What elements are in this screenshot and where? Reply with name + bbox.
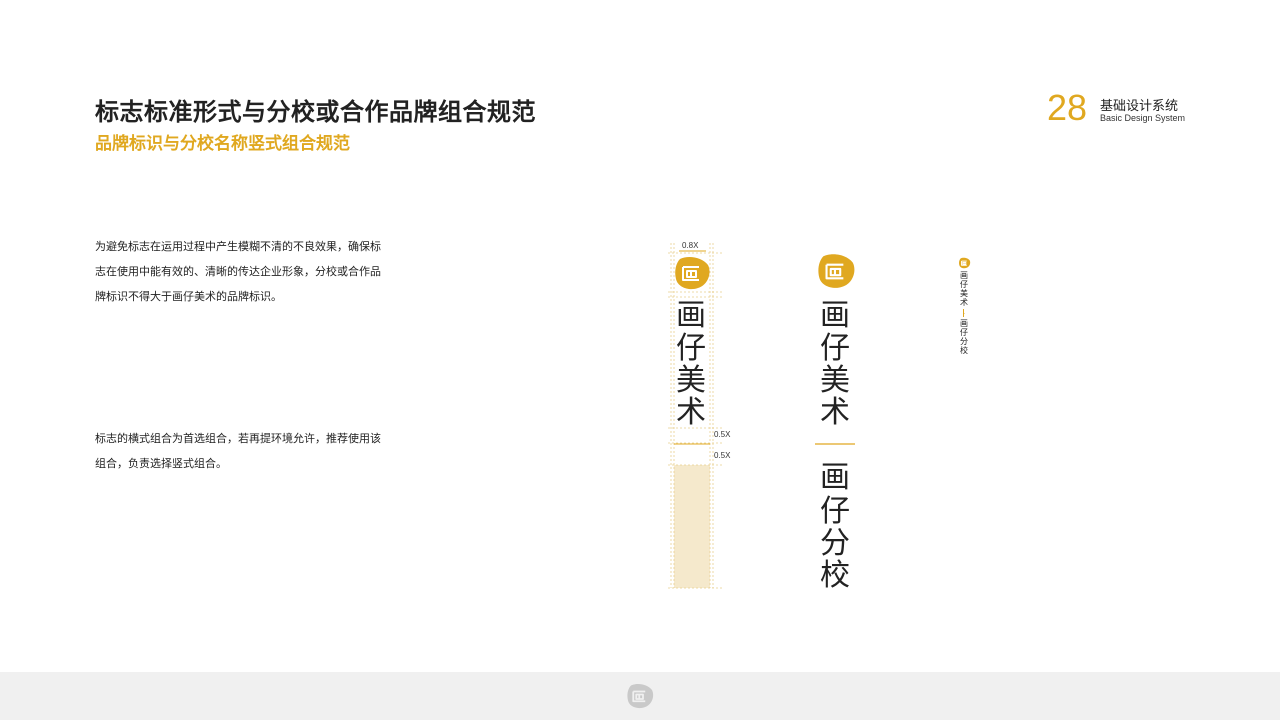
page-subtitle: 品牌标识与分校名称竖式组合规范: [95, 134, 350, 154]
branch-char-4: 校: [820, 558, 850, 593]
brand-char-4: 术: [820, 395, 850, 430]
small-brand-char-4: 术: [960, 298, 968, 307]
description-paragraph-2: 标志的横式组合为首选组合，若再提环境允许，推荐使用该组合，负责选择竖式组合。: [95, 432, 381, 470]
small-branch-char-4: 校: [960, 346, 968, 355]
description-paragraph-1: 为避免标志在运用过程中产生模糊不清的不良效果，确保标志在使用中能有效的、清晰的传…: [95, 240, 381, 303]
page-number: 28: [1047, 87, 1088, 128]
section-subtitle: Basic Design System: [1100, 113, 1186, 123]
footer-bar: [0, 672, 1280, 720]
branch-char-2: 仔: [820, 494, 850, 529]
hua-zai-logo-icon: [627, 684, 654, 709]
dim-label-top: 0.8X: [682, 241, 699, 250]
small-branch-char-3: 分: [960, 337, 968, 346]
hua-zai-logo-icon: [959, 257, 971, 269]
hua-zai-logo-icon: [675, 257, 710, 290]
section-title: 基础设计系统: [1100, 99, 1179, 114]
small-brand-char-1: 画: [960, 271, 968, 280]
small-separator: [963, 309, 964, 317]
brand-char-3: 美: [676, 363, 706, 398]
small-branch-char-1: 画: [960, 319, 968, 328]
small-branch-char-2: 仔: [960, 328, 968, 337]
dim-label-mid-2: 0.5X: [714, 451, 731, 460]
brand-char-3: 美: [820, 363, 850, 398]
branch-char-3: 分: [820, 526, 850, 561]
dim-label-mid-1: 0.5X: [714, 430, 731, 439]
hua-zai-logo-icon: [818, 254, 855, 288]
brand-char-4: 术: [676, 395, 706, 430]
clear-space-area: [674, 465, 710, 588]
brand-char-2: 仔: [820, 331, 850, 366]
brand-char-1: 画: [676, 298, 706, 333]
small-brand-char-3: 美: [960, 289, 968, 298]
small-brand-char-2: 仔: [960, 280, 968, 289]
branch-char-1: 画: [820, 460, 850, 495]
page-title: 标志标准形式与分校或合作品牌组合规范: [95, 98, 536, 126]
brand-char-1: 画: [820, 298, 850, 333]
brand-char-2: 仔: [676, 331, 706, 366]
